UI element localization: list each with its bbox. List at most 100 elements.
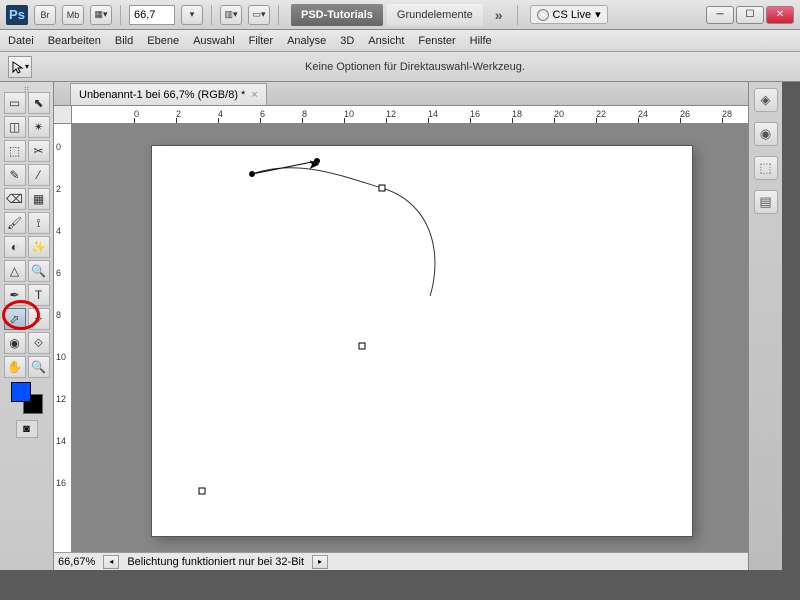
- quickmask-button[interactable]: ◙: [16, 420, 38, 438]
- tool-2[interactable]: ◫: [4, 116, 26, 138]
- menu-analysis[interactable]: Analyse: [287, 35, 326, 47]
- tool-19[interactable]: ✧: [28, 308, 50, 330]
- document-tab[interactable]: Unbenannt-1 bei 66,7% (RGB/8) * ×: [70, 83, 267, 105]
- right-gutter: [782, 82, 800, 570]
- maximize-button[interactable]: ☐: [736, 6, 764, 24]
- path-anchor[interactable]: [379, 185, 386, 192]
- ruler-tick: 22: [596, 109, 606, 119]
- tool-13[interactable]: ✨: [28, 236, 50, 258]
- options-bar: ▾ Keine Optionen für Direktauswahl-Werkz…: [0, 52, 800, 82]
- tool-5[interactable]: ✂: [28, 140, 50, 162]
- toolbox: ⠿ ▭⬉◫✴⬚✂✎⁄⌫▦🖌⟟◐✨△🔍✒T⬀✧◉⟐✋🔍 ◙: [0, 82, 54, 570]
- tool-18[interactable]: ⬀: [4, 308, 26, 330]
- status-nav-right[interactable]: ▸: [312, 555, 328, 569]
- ruler-tick: 2: [56, 184, 61, 194]
- cs-live-button[interactable]: CS Live▾: [530, 5, 608, 24]
- menu-3d[interactable]: 3D: [340, 35, 354, 47]
- arrange-button[interactable]: ▥▾: [220, 5, 242, 25]
- app-logo: Ps: [6, 5, 28, 25]
- tool-6[interactable]: ✎: [4, 164, 26, 186]
- right-panel-dock: ◈ ◉ ⬚ ▤: [748, 82, 782, 570]
- status-zoom[interactable]: 66,67%: [58, 556, 95, 568]
- screen-mode-button[interactable]: ▭▾: [248, 5, 270, 25]
- minimize-button[interactable]: ─: [706, 6, 734, 24]
- ruler-tick: 14: [428, 109, 438, 119]
- menu-edit[interactable]: Bearbeiten: [48, 35, 101, 47]
- tool-4[interactable]: ⬚: [4, 140, 26, 162]
- path-anchor[interactable]: [359, 343, 366, 350]
- cursor-icon: ➤: [308, 156, 320, 173]
- ruler-tick: 16: [56, 478, 66, 488]
- zoom-dropdown[interactable]: ▾: [181, 5, 203, 25]
- ruler-tick: 4: [56, 226, 61, 236]
- menu-help[interactable]: Hilfe: [470, 35, 492, 47]
- direct-select-arrow-icon: [11, 60, 25, 74]
- title-bar: Ps Br Mb ▦▾ 66,7 ▾ ▥▾ ▭▾ PSD-Tutorials G…: [0, 0, 800, 30]
- ruler-origin[interactable]: [54, 106, 72, 124]
- dock-layers-icon[interactable]: ◈: [754, 88, 778, 112]
- ruler-tick: 16: [470, 109, 480, 119]
- ruler-vertical[interactable]: 0246810121416: [54, 124, 72, 552]
- menu-window[interactable]: Fenster: [418, 35, 455, 47]
- ruler-horizontal[interactable]: 024681012141618202224262830: [72, 106, 748, 124]
- tool-15[interactable]: 🔍: [28, 260, 50, 282]
- ruler-tick: 10: [56, 352, 66, 362]
- ruler-tick: 8: [56, 310, 61, 320]
- tool-1[interactable]: ⬉: [28, 92, 50, 114]
- path-handle-point[interactable]: [249, 171, 255, 177]
- menu-image[interactable]: Bild: [115, 35, 133, 47]
- menu-filter[interactable]: Filter: [249, 35, 273, 47]
- tool-11[interactable]: ⟟: [28, 212, 50, 234]
- tool-21[interactable]: ⟐: [28, 332, 50, 354]
- ruler-tick: 12: [386, 109, 396, 119]
- ruler-tick: 14: [56, 436, 66, 446]
- ruler-tick: 12: [56, 394, 66, 404]
- layout-dropdown[interactable]: ▦▾: [90, 5, 112, 25]
- menu-file[interactable]: Datei: [8, 35, 34, 47]
- document-area: Unbenannt-1 bei 66,7% (RGB/8) * × 024681…: [54, 82, 748, 570]
- document-tab-label: Unbenannt-1 bei 66,7% (RGB/8) *: [79, 89, 245, 101]
- tool-17[interactable]: T: [28, 284, 50, 306]
- foreground-swatch[interactable]: [11, 382, 31, 402]
- current-tool-icon[interactable]: ▾: [8, 56, 32, 78]
- tool-9[interactable]: ▦: [28, 188, 50, 210]
- dock-paths-icon[interactable]: ⬚: [754, 156, 778, 180]
- bezier-path[interactable]: [152, 146, 452, 296]
- minibridge-button[interactable]: Mb: [62, 5, 84, 25]
- tool-7[interactable]: ⁄: [28, 164, 50, 186]
- tool-10[interactable]: 🖌: [4, 212, 26, 234]
- tool-23[interactable]: 🔍: [28, 356, 50, 378]
- tool-14[interactable]: △: [4, 260, 26, 282]
- tool-20[interactable]: ◉: [4, 332, 26, 354]
- dock-adjustments-icon[interactable]: ▤: [754, 190, 778, 214]
- ruler-tick: 10: [344, 109, 354, 119]
- tool-8[interactable]: ⌫: [4, 188, 26, 210]
- menu-bar: Datei Bearbeiten Bild Ebene Auswahl Filt…: [0, 30, 800, 52]
- status-message: Belichtung funktioniert nur bei 32-Bit: [127, 556, 304, 568]
- close-button[interactable]: ✕: [766, 6, 794, 24]
- bridge-button[interactable]: Br: [34, 5, 56, 25]
- ruler-tick: 0: [56, 142, 61, 152]
- canvas-viewport[interactable]: ➤: [72, 124, 748, 552]
- zoom-level-input[interactable]: 66,7: [129, 5, 175, 25]
- bottom-gutter: [0, 570, 800, 600]
- more-workspaces-icon[interactable]: »: [495, 7, 503, 23]
- color-swatches[interactable]: [11, 382, 43, 414]
- dock-channels-icon[interactable]: ◉: [754, 122, 778, 146]
- workspace-tab-basic[interactable]: Grundelemente: [387, 4, 483, 26]
- status-nav-left[interactable]: ◂: [103, 555, 119, 569]
- menu-select[interactable]: Auswahl: [193, 35, 235, 47]
- options-message: Keine Optionen für Direktauswahl-Werkzeu…: [38, 61, 792, 73]
- cs-live-icon: [537, 9, 549, 21]
- close-tab-icon[interactable]: ×: [251, 89, 257, 101]
- tool-22[interactable]: ✋: [4, 356, 26, 378]
- tool-12[interactable]: ◐: [4, 236, 26, 258]
- canvas[interactable]: ➤: [152, 146, 692, 536]
- tool-0[interactable]: ▭: [4, 92, 26, 114]
- workspace-tab-tutorials[interactable]: PSD-Tutorials: [291, 4, 383, 26]
- tool-3[interactable]: ✴: [28, 116, 50, 138]
- menu-view[interactable]: Ansicht: [368, 35, 404, 47]
- tool-16[interactable]: ✒: [4, 284, 26, 306]
- menu-layer[interactable]: Ebene: [147, 35, 179, 47]
- path-anchor[interactable]: [199, 488, 206, 495]
